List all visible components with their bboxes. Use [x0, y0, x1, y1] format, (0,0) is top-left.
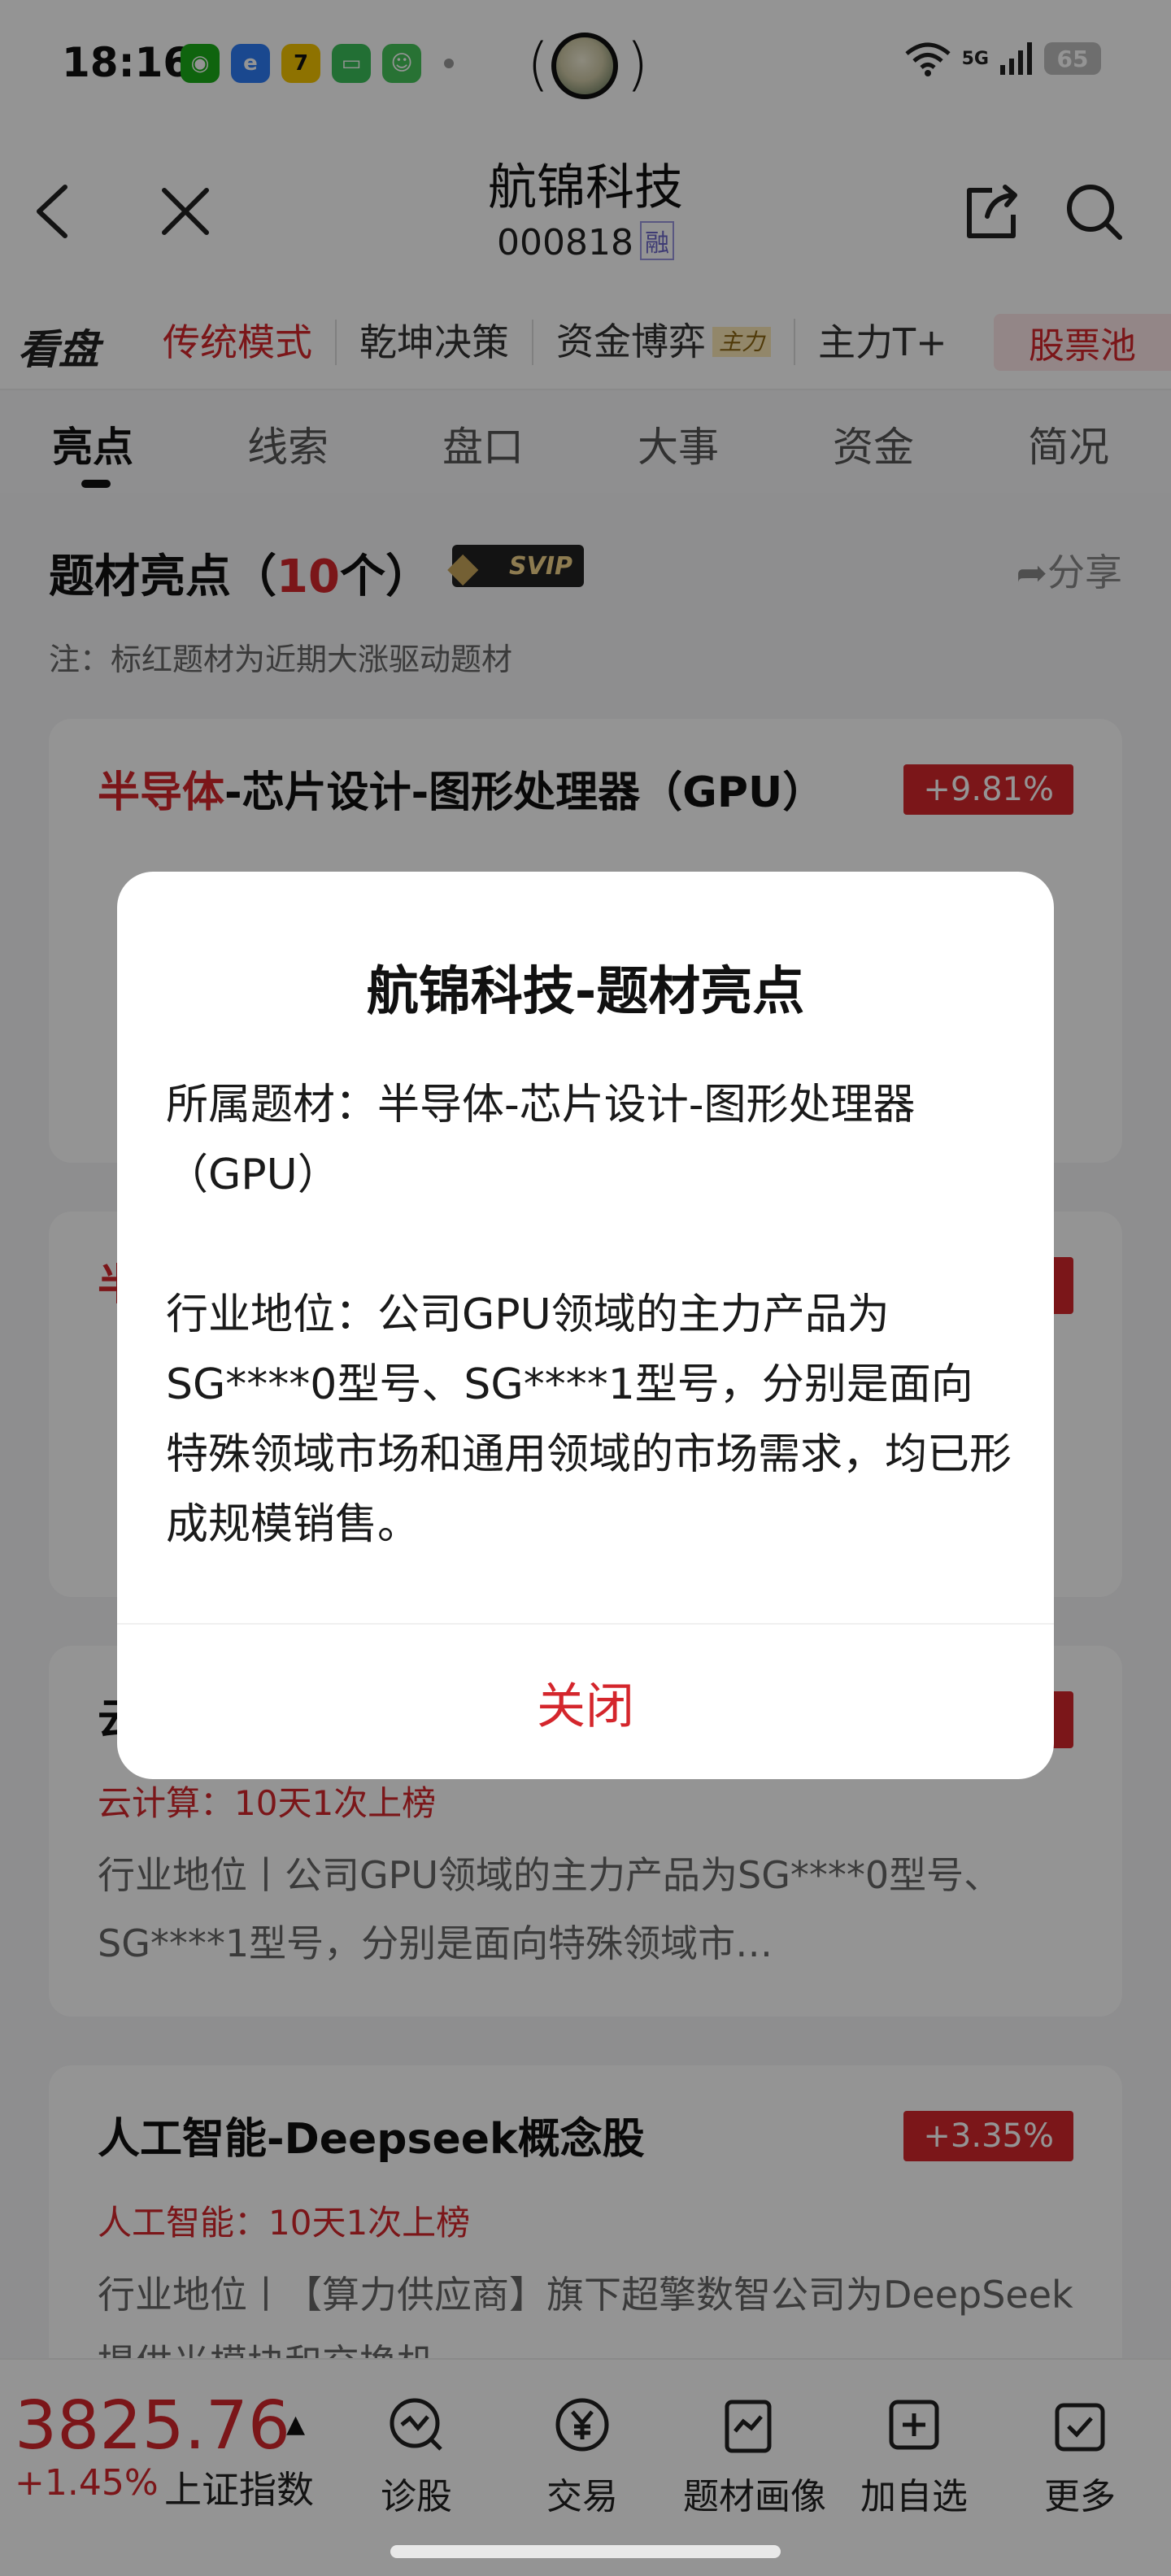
theme-highlight-dialog: 航锦科技-题材亮点 所属题材：半导体-芯片设计-图形处理器（GPU） 行业地位：…	[117, 872, 1054, 1779]
dialog-position-label: 行业地位：	[166, 1290, 378, 1339]
home-indicator[interactable]	[390, 2545, 781, 2558]
dialog-theme-label: 所属题材：	[166, 1081, 378, 1129]
dialog-body: 所属题材：半导体-芯片设计-图形处理器（GPU） 行业地位：公司GPU领域的主力…	[166, 1070, 1012, 1560]
dialog-theme: 所属题材：半导体-芯片设计-图形处理器（GPU）	[166, 1070, 1012, 1210]
dialog-title: 航锦科技-题材亮点	[366, 962, 805, 1022]
dialog-close-button[interactable]: 关闭	[117, 1625, 1054, 1779]
dialog-position: 行业地位：公司GPU领域的主力产品为SG****0型号、SG****1型号，分别…	[166, 1280, 1012, 1560]
